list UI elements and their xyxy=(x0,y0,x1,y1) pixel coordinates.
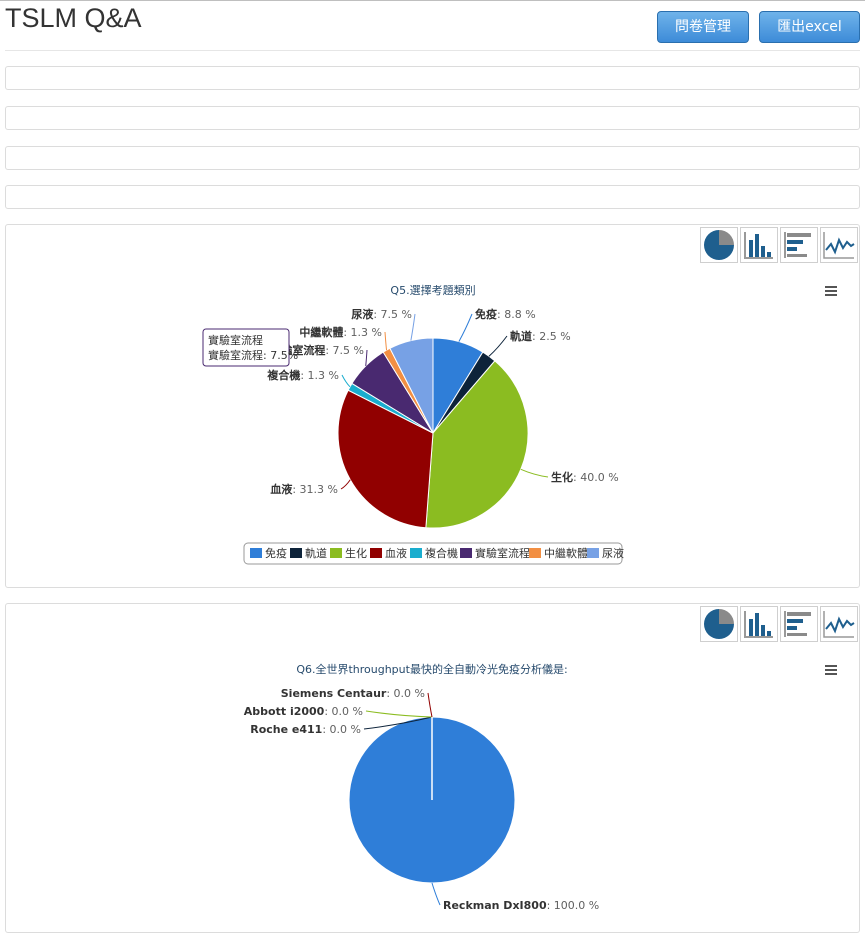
data-label: 免疫: 8.8 % xyxy=(475,307,536,321)
chart-title: Q5.選擇考題類別 xyxy=(390,283,475,297)
chart-panel-q5: Q5.選擇考題類別 免疫: 8.8 % 軌道: 2.5 % 生化: 40.0 % 血液:… xyxy=(5,224,860,588)
legend-label: 實驗室流程 xyxy=(475,546,530,560)
legend-item[interactable]: 生化 xyxy=(330,546,367,560)
data-label: Reckman DxI800: 100.0 % xyxy=(443,899,599,912)
chart-tooltip: 實驗室流程實驗室流程: 7.5% xyxy=(202,328,298,367)
connector-line xyxy=(365,349,368,366)
data-label: 生化: 40.0 % xyxy=(551,470,619,484)
header-divider xyxy=(5,50,860,51)
connector-line xyxy=(488,335,508,357)
legend-label: 尿液 xyxy=(602,546,624,560)
connector-line xyxy=(458,313,473,342)
connector-line xyxy=(427,692,433,718)
data-label: Siemens Centaur: 0.0 % xyxy=(281,687,425,700)
connector-line xyxy=(431,882,441,906)
connector-line xyxy=(384,331,388,351)
data-label: 軌道: 2.5 % xyxy=(510,329,571,343)
legend-label: 免疫 xyxy=(265,546,287,560)
legend-symbol xyxy=(290,548,302,558)
legend-label: 中繼軟體 xyxy=(544,546,588,560)
menu-line xyxy=(825,665,837,667)
survey-manage-button[interactable]: 問卷管理 xyxy=(657,11,749,43)
chart-panel-q6: Q6.全世界throughput最快的全自動冷光免疫分析儀是: Reckman D… xyxy=(5,603,860,933)
legend-label: 生化 xyxy=(345,546,367,560)
menu-line xyxy=(825,669,837,671)
legend-item[interactable]: 實驗室流程 xyxy=(460,546,530,560)
data-label: 血液: 31.3 % xyxy=(270,482,338,496)
legend-symbol xyxy=(370,548,382,558)
top-border xyxy=(0,0,865,1)
q6-pie-chart: Q6.全世界throughput最快的全自動冷光免疫分析儀是: Reckman D… xyxy=(244,662,837,912)
chart-menu-icon[interactable] xyxy=(825,286,837,296)
legend-symbol xyxy=(330,548,342,558)
legend-item[interactable]: 軌道 xyxy=(290,546,327,560)
menu-line xyxy=(825,286,837,288)
legend-item[interactable]: 複合機 xyxy=(410,546,458,560)
legend-item[interactable]: 免疫 xyxy=(250,546,287,560)
q5-pie-chart: Q5.選擇考題類別免疫: 8.8 % 軌道: 2.5 % 生化: 40.0 % 血液:… xyxy=(202,283,837,565)
connector-line xyxy=(340,479,351,490)
legend-item[interactable]: 尿液 xyxy=(587,546,624,560)
page-title: TSLM Q&A xyxy=(5,3,142,33)
tooltip-category: 實驗室流程 xyxy=(208,333,263,347)
legend-item[interactable]: 血液 xyxy=(370,546,407,560)
chart-title: Q6.全世界throughput最快的全自動冷光免疫分析儀是: xyxy=(296,662,567,676)
legend-symbol xyxy=(410,548,422,558)
menu-line xyxy=(825,673,837,675)
legend-label: 軌道 xyxy=(305,546,327,560)
chart-menu-icon[interactable] xyxy=(825,665,837,675)
export-excel-button[interactable]: 匯出excel xyxy=(759,11,860,43)
data-label: Abbott i2000: 0.0 % xyxy=(244,705,363,718)
question-panel-1 xyxy=(5,66,860,90)
legend-symbol xyxy=(529,548,541,558)
menu-line xyxy=(825,294,837,296)
question-panel-2 xyxy=(5,106,860,130)
tooltip-value: 實驗室流程: 7.5% xyxy=(208,348,298,362)
menu-line xyxy=(825,290,837,292)
legend-symbol xyxy=(587,548,599,558)
question-panel-4 xyxy=(5,185,860,209)
connector-line xyxy=(341,374,351,388)
legend-symbol xyxy=(250,548,262,558)
legend-label: 血液 xyxy=(385,546,407,560)
data-label: 中繼軟體: 1.3 % xyxy=(299,325,382,339)
connector-line xyxy=(365,710,433,718)
chart-legend: 免疫 軌道 生化 血液 複合機 實驗室流程 中繼軟體 尿液 xyxy=(243,542,624,565)
data-label: Roche e411: 0.0 % xyxy=(250,723,361,736)
legend-label: 複合機 xyxy=(425,546,458,560)
data-label: 尿液: 7.5 % xyxy=(351,307,412,321)
legend-symbol xyxy=(460,548,472,558)
question-panel-3 xyxy=(5,146,860,170)
connector-line xyxy=(520,468,549,478)
legend-item[interactable]: 中繼軟體 xyxy=(529,546,588,560)
data-label: 複合機: 1.3 % xyxy=(266,368,339,382)
